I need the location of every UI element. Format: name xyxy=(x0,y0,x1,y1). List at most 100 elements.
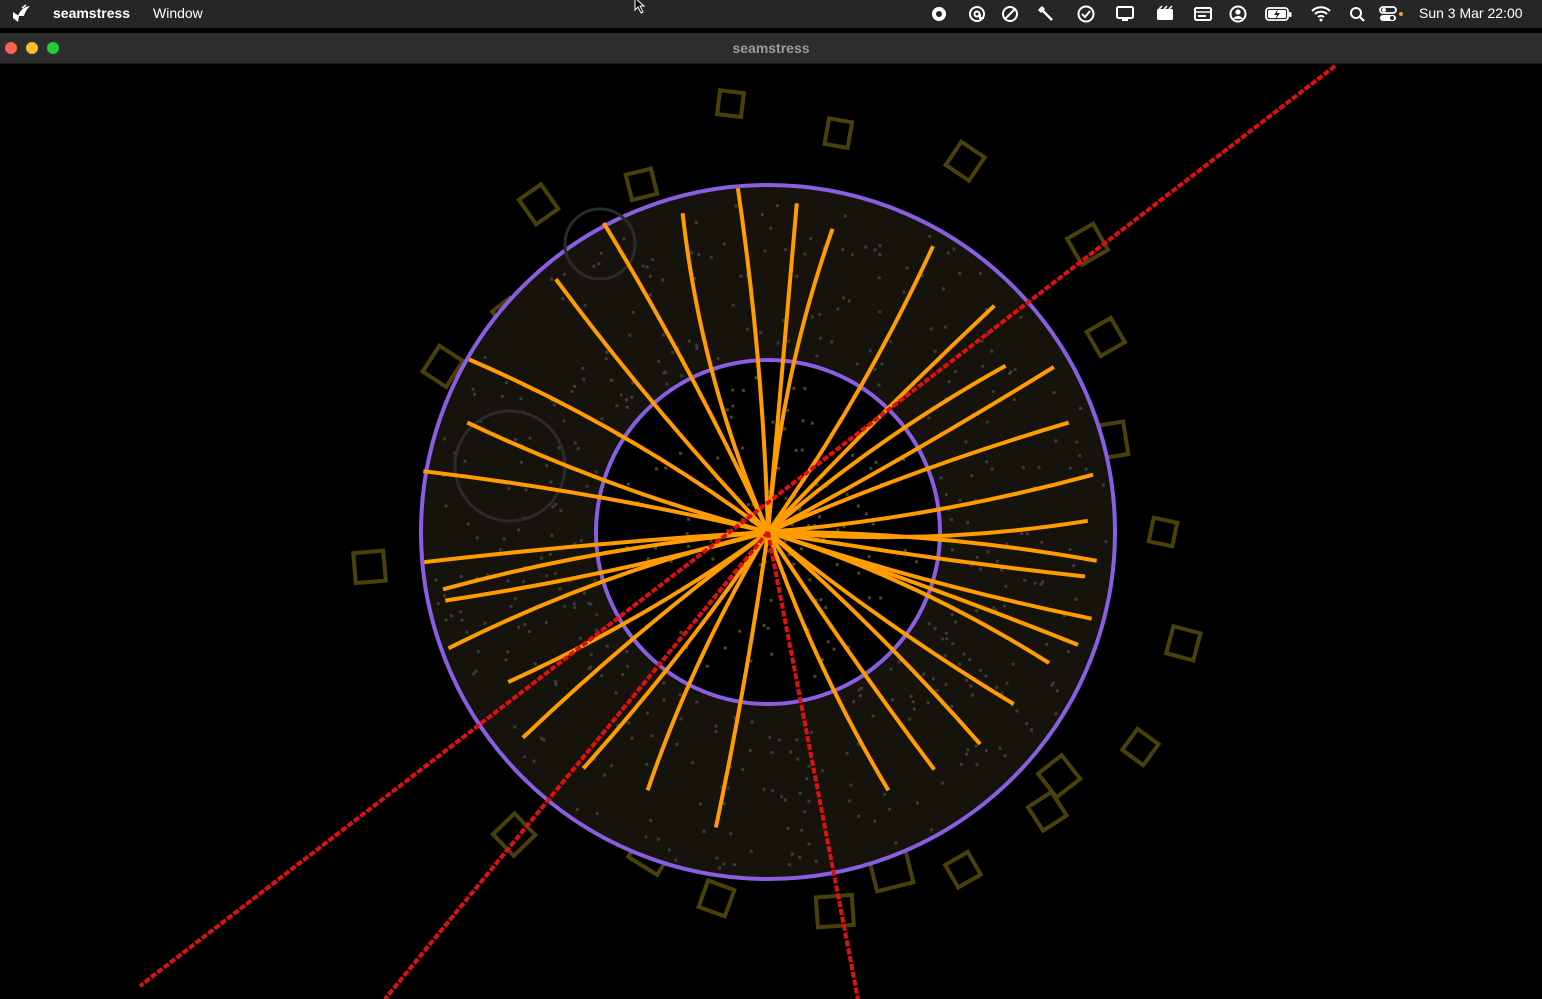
dot xyxy=(473,392,476,396)
inner-dot xyxy=(646,557,650,561)
dot xyxy=(958,498,962,502)
dot xyxy=(855,362,859,366)
dot xyxy=(626,665,630,668)
inner-dot xyxy=(731,404,735,408)
dot xyxy=(970,693,974,697)
check-circle-icon[interactable] xyxy=(1075,4,1097,24)
outer-box xyxy=(351,548,388,586)
dot xyxy=(722,801,726,805)
dot xyxy=(731,303,735,307)
dot xyxy=(807,799,811,803)
dot xyxy=(1054,712,1058,716)
dot xyxy=(966,748,970,752)
inner-dot xyxy=(685,532,689,536)
battery-charging-icon[interactable] xyxy=(1264,4,1294,24)
dot xyxy=(783,798,787,802)
dot xyxy=(880,362,884,366)
dot xyxy=(615,404,619,408)
dot xyxy=(550,277,554,281)
dot xyxy=(650,734,654,738)
dot xyxy=(517,625,520,629)
dot xyxy=(857,688,861,692)
dot xyxy=(1021,466,1025,469)
dot xyxy=(729,832,733,836)
dot xyxy=(798,791,802,795)
menu-window[interactable]: Window xyxy=(153,5,203,21)
dot xyxy=(513,725,517,729)
inner-dot xyxy=(711,557,715,561)
dot xyxy=(998,746,1002,750)
do-not-disturb-icon[interactable] xyxy=(999,4,1021,24)
dot xyxy=(709,255,713,259)
dot xyxy=(714,724,718,728)
dot xyxy=(662,698,666,702)
dot xyxy=(657,360,661,363)
dot xyxy=(1025,722,1029,725)
dot xyxy=(1052,681,1055,685)
record-icon[interactable] xyxy=(928,4,950,24)
visualization-canvas[interactable] xyxy=(0,64,1542,999)
dot xyxy=(979,567,983,571)
inner-dot xyxy=(769,598,773,602)
search-icon[interactable] xyxy=(1347,4,1369,24)
inner-dot xyxy=(867,596,871,600)
dot xyxy=(762,787,766,791)
dot xyxy=(1023,578,1027,582)
dot xyxy=(593,578,597,582)
card-icon[interactable] xyxy=(1192,4,1214,24)
dot xyxy=(523,623,527,627)
dot xyxy=(927,416,931,420)
menu-app-name[interactable]: seamstress xyxy=(53,5,130,21)
dot xyxy=(809,237,813,240)
dot xyxy=(443,594,447,598)
app-logo-icon[interactable] xyxy=(10,4,32,24)
user-circle-icon[interactable] xyxy=(1227,4,1249,24)
dot xyxy=(986,550,990,554)
inner-dot xyxy=(800,547,803,551)
at-icon[interactable] xyxy=(966,4,988,24)
dot xyxy=(945,637,949,640)
dot xyxy=(548,553,552,556)
dot xyxy=(995,685,999,689)
inner-dot xyxy=(731,388,735,392)
dot xyxy=(815,354,819,358)
inner-dot xyxy=(826,640,830,644)
dot xyxy=(554,680,557,684)
dot xyxy=(483,621,487,625)
dot xyxy=(624,398,628,402)
dot xyxy=(563,604,567,608)
dot xyxy=(814,859,818,863)
dot xyxy=(1054,439,1058,443)
dot xyxy=(951,548,954,552)
wifi-icon[interactable] xyxy=(1310,4,1332,24)
clapper-icon[interactable] xyxy=(1154,4,1176,24)
inner-dot xyxy=(800,448,804,452)
outer-box xyxy=(695,877,738,919)
dot xyxy=(843,214,847,218)
inner-dot xyxy=(819,598,823,601)
inner-dot xyxy=(786,409,790,412)
dot xyxy=(1067,650,1070,653)
dot xyxy=(985,460,989,464)
inner-dot xyxy=(664,466,668,470)
dot xyxy=(1072,564,1076,568)
dot xyxy=(992,606,996,610)
tool-icon[interactable] xyxy=(1035,4,1057,24)
dot xyxy=(952,247,956,251)
dot xyxy=(595,613,599,617)
inner-dot xyxy=(687,544,691,548)
dot xyxy=(549,480,553,484)
menu-clock[interactable]: Sun 3 Mar 22:00 xyxy=(1419,5,1523,21)
dot xyxy=(1004,585,1008,589)
display-icon[interactable] xyxy=(1114,4,1136,24)
inner-dot xyxy=(903,548,907,552)
dot xyxy=(733,863,737,867)
dot xyxy=(562,419,566,423)
inner-dot xyxy=(803,387,807,391)
control-center-icon[interactable] xyxy=(1378,4,1406,24)
dot xyxy=(979,668,983,672)
inner-dot xyxy=(716,456,720,460)
dot xyxy=(1101,483,1105,487)
dot xyxy=(434,578,438,582)
window-titlebar[interactable]: seamstress xyxy=(0,33,1542,64)
